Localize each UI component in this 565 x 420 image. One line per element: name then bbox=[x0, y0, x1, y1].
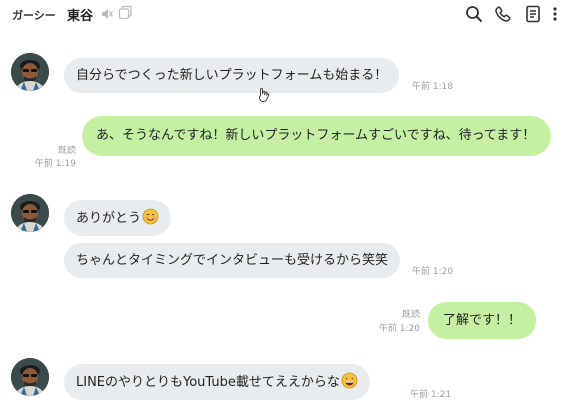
search-icon[interactable] bbox=[464, 4, 484, 24]
message-text: ありがとう bbox=[76, 211, 142, 226]
message-time: 午前 1:21 bbox=[410, 390, 452, 400]
message-time: 午前 1:19 bbox=[34, 159, 76, 169]
copy-icon bbox=[118, 5, 133, 20]
message-bubble-outgoing[interactable]: あ、そうなんですね！新しいプラットフォームすごいですね、待ってます！ bbox=[82, 116, 551, 156]
read-receipt: 既読 bbox=[57, 146, 76, 156]
mute-icon bbox=[100, 6, 114, 20]
message-bubble-incoming[interactable]: 自分らでつくった新しいプラットフォームも始まる！ bbox=[64, 58, 400, 93]
chat-header: ガーシー 東谷 bbox=[0, 0, 565, 30]
message-bubble-incoming[interactable]: LINEのやりとりもYouTube載せてええからな bbox=[64, 364, 370, 400]
contact-avatar[interactable] bbox=[11, 358, 49, 396]
read-receipt: 既読 bbox=[401, 310, 420, 320]
message-text: LINEのやりとりもYouTube載せてええからな bbox=[76, 375, 340, 390]
hand-cursor-icon bbox=[257, 87, 271, 103]
message-bubble-outgoing[interactable]: 了解です！！ bbox=[428, 302, 537, 339]
message-bubble-incoming[interactable]: ちゃんとタイミングでインタビューも受けるから笑笑 bbox=[64, 243, 401, 278]
message-time: 午前 1:20 bbox=[412, 267, 454, 277]
grinning-face-emoji-icon bbox=[341, 372, 358, 389]
notes-icon[interactable] bbox=[523, 4, 543, 24]
contact-avatar[interactable] bbox=[11, 194, 49, 232]
contact-name[interactable]: 東谷 bbox=[67, 5, 93, 24]
message-bubble-incoming[interactable]: ありがとう bbox=[64, 200, 172, 236]
message-time: 午前 1:20 bbox=[378, 324, 420, 334]
contact-avatar[interactable] bbox=[11, 53, 49, 91]
chat-list-label[interactable]: ガーシー bbox=[12, 7, 56, 23]
phone-icon[interactable] bbox=[493, 4, 513, 24]
more-icon[interactable] bbox=[549, 4, 561, 24]
smiling-face-emoji-icon bbox=[142, 208, 159, 225]
message-time: 午前 1:18 bbox=[412, 82, 454, 92]
